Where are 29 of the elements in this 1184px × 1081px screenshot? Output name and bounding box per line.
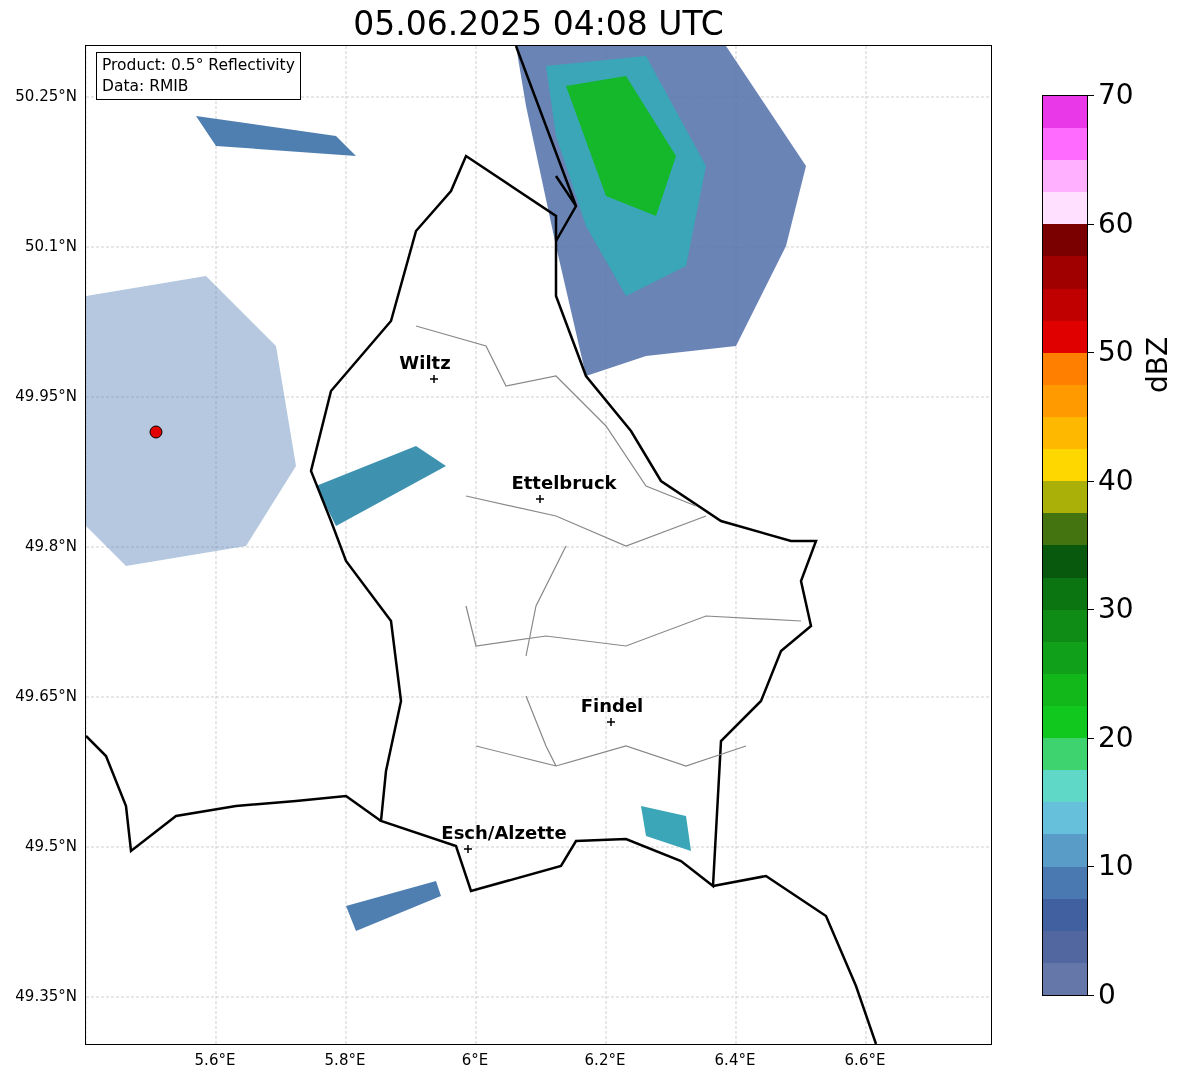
tick-label: 10: [1098, 851, 1134, 882]
city-label: Esch/Alzette: [441, 823, 567, 843]
latitude-label: 49.35°N: [15, 987, 77, 1005]
info-line: Data: RMIB: [102, 76, 190, 97]
city-label: Findel: [580, 696, 644, 716]
latitude-label: 49.95°N: [15, 387, 77, 405]
longitude-label: 6.2°E: [584, 1051, 626, 1069]
latitude-label: 49.8°N: [24, 537, 77, 555]
tick-label: 30: [1098, 594, 1134, 625]
longitude-label: 6.6°E: [844, 1051, 886, 1069]
tick-label: 70: [1098, 80, 1134, 110]
tick-label: 40: [1098, 465, 1134, 496]
tick-label: 50: [1098, 337, 1134, 368]
tick-label: 60: [1098, 208, 1134, 239]
latitude-label: 49.65°N: [15, 687, 77, 705]
longitude-label: 5.8°E: [324, 1051, 366, 1069]
tick-label: 0: [1098, 980, 1116, 1010]
info-line: Product: 0.5° Reflectivity: [102, 55, 295, 76]
latitude-label: 50.25°N: [15, 87, 77, 105]
longitude-label: 5.6°E: [194, 1051, 236, 1069]
city-label: Wiltz: [399, 353, 451, 373]
latitude-label: 49.5°N: [24, 837, 77, 855]
chart-title: 05.06.2025 04:08 UTC: [352, 3, 725, 45]
latitude-label: 50.1°N: [24, 237, 77, 255]
longitude-label: 6.4°E: [714, 1051, 756, 1069]
city-label: Ettelbruck: [511, 473, 617, 493]
colorbar-label: dBZ: [1140, 336, 1176, 394]
tick-label: 20: [1098, 722, 1134, 753]
longitude-label: 6°E: [461, 1051, 489, 1069]
